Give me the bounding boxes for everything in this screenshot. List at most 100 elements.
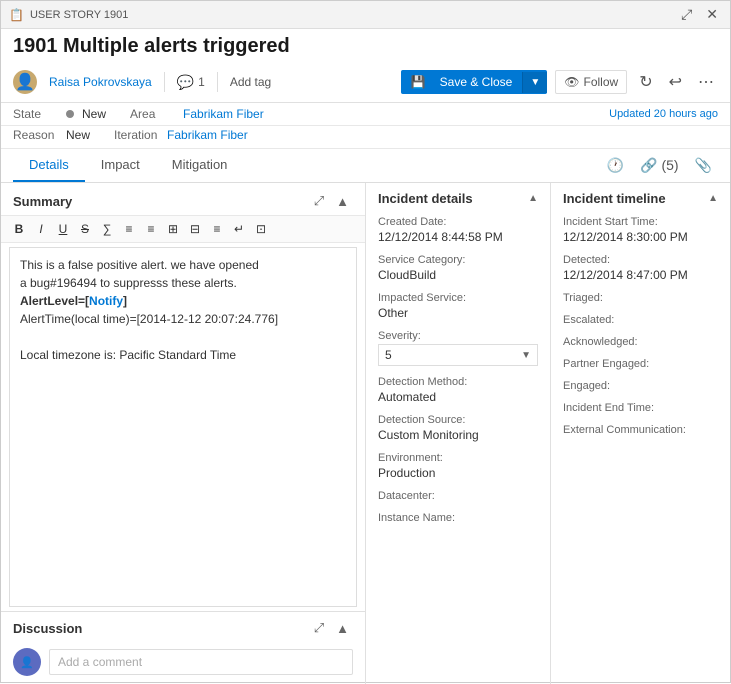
- editor-content[interactable]: This is a false positive alert. we have …: [9, 247, 357, 607]
- severity-value: 5: [385, 348, 392, 362]
- avatar: 👤: [13, 70, 37, 94]
- underline-button[interactable]: U: [53, 220, 73, 238]
- acknowledged-row: Acknowledged:: [563, 336, 718, 348]
- detection-source-field: Detection Source: Custom Monitoring: [378, 414, 538, 442]
- content-area: Summary ⤢ ▲ B I U S ∑ ≡ ≡ ⊞ ⊟ ≡ ↵ ⊡ This…: [1, 183, 730, 684]
- iteration-label: Iteration: [114, 128, 159, 142]
- discussion-expand-button[interactable]: ⤢: [310, 618, 328, 638]
- area-value[interactable]: Fabrikam Fiber: [183, 107, 264, 121]
- toolbar: 👤 Raisa Pokrovskaya 💬 1 Add tag 💾 Save &…: [1, 62, 730, 103]
- outdent-button[interactable]: ⊟: [185, 220, 205, 238]
- format-button-1[interactable]: ∑: [97, 220, 117, 238]
- tab-mitigation[interactable]: Mitigation: [156, 149, 244, 182]
- follow-button[interactable]: 👁 Follow: [555, 70, 627, 94]
- user-name[interactable]: Raisa Pokrovskaya: [49, 75, 152, 89]
- iteration-value[interactable]: Fabrikam Fiber: [167, 128, 248, 142]
- add-tag-button[interactable]: Add tag: [230, 75, 271, 89]
- undo-button[interactable]: ↩: [665, 68, 686, 96]
- more-button[interactable]: ⋯: [694, 68, 718, 96]
- title-bar-text: USER STORY 1901: [30, 9, 128, 21]
- start-time-row: Incident Start Time: 12/12/2014 8:30:00 …: [563, 216, 718, 244]
- service-category-value: CloudBuild: [378, 268, 538, 282]
- save-close-button[interactable]: 💾 Save & Close ▼: [401, 70, 548, 94]
- engaged-label: Engaged:: [563, 380, 718, 392]
- format-button-2[interactable]: ≡: [119, 220, 139, 238]
- discussion-section: Discussion ⤢ ▲ 👤 Add a comment: [1, 611, 365, 684]
- comment-count: 1: [198, 75, 205, 89]
- page-title: 1901 Multiple alerts triggered: [1, 29, 730, 62]
- summary-section-header: Summary ⤢ ▲: [1, 183, 365, 215]
- notify-text: Notify: [89, 294, 123, 308]
- created-date-value: 12/12/2014 8:44:58 PM: [378, 230, 538, 244]
- severity-select[interactable]: 5 ▼: [378, 344, 538, 366]
- right-panel: Incident details ▲ Created Date: 12/12/2…: [366, 183, 730, 684]
- reason-value[interactable]: New: [66, 128, 90, 142]
- close-button[interactable]: ✕: [702, 4, 722, 25]
- area-field: Area Fabrikam Fiber: [130, 107, 264, 121]
- refresh-button[interactable]: ↻: [635, 68, 656, 96]
- indent-button[interactable]: ⊞: [163, 220, 183, 238]
- instance-name-field: Instance Name:: [378, 512, 538, 524]
- summary-collapse-button[interactable]: ▲: [332, 191, 353, 211]
- impacted-service-label: Impacted Service:: [378, 292, 538, 304]
- service-category-field: Service Category: CloudBuild: [378, 254, 538, 282]
- impacted-service-field: Impacted Service: Other: [378, 292, 538, 320]
- detection-source-value: Custom Monitoring: [378, 428, 538, 442]
- iteration-field: Iteration Fabrikam Fiber: [114, 128, 248, 142]
- follow-icon: 👁: [564, 75, 579, 89]
- detection-method-value: Automated: [378, 390, 538, 404]
- editor-line-1: This is a false positive alert. we have …: [20, 256, 346, 274]
- end-time-label: Incident End Time:: [563, 402, 718, 414]
- disc-avatar: 👤: [13, 648, 41, 676]
- strikethrough-button[interactable]: S: [75, 220, 95, 238]
- severity-field: Severity: 5 ▼: [378, 330, 538, 366]
- escalated-label: Escalated:: [563, 314, 718, 326]
- incident-details-panel: Incident details ▲ Created Date: 12/12/2…: [366, 183, 551, 684]
- bold-button[interactable]: B: [9, 220, 29, 238]
- detection-source-label: Detection Source:: [378, 414, 538, 426]
- divider2: [217, 72, 218, 92]
- maximize-button[interactable]: ⤢: [677, 4, 696, 25]
- severity-dropdown-arrow: ▼: [521, 350, 531, 361]
- comment-button[interactable]: 💬 1: [177, 74, 205, 91]
- italic-button[interactable]: I: [31, 220, 51, 238]
- link-button[interactable]: ↵: [229, 220, 249, 238]
- triaged-label: Triaged:: [563, 292, 718, 304]
- partner-engaged-label: Partner Engaged:: [563, 358, 718, 370]
- instance-name-label: Instance Name:: [378, 512, 538, 524]
- discussion-input-row: 👤 Add a comment: [1, 644, 365, 684]
- impacted-service-value: Other: [378, 306, 538, 320]
- discussion-title: Discussion: [13, 621, 82, 636]
- start-time-value: 12/12/2014 8:30:00 PM: [563, 230, 718, 244]
- comment-icon: 💬: [177, 74, 194, 91]
- created-date-field: Created Date: 12/12/2014 8:44:58 PM: [378, 216, 538, 244]
- severity-label: Severity:: [378, 330, 538, 342]
- meta-bar: State New Area Fabrikam Fiber Updated 20…: [1, 103, 730, 126]
- align-button[interactable]: ≡: [207, 220, 227, 238]
- external-comm-row: External Communication:: [563, 424, 718, 436]
- summary-title: Summary: [13, 194, 72, 209]
- history-tab-button[interactable]: 🕐: [601, 153, 630, 178]
- tab-details[interactable]: Details: [13, 149, 85, 182]
- image-button[interactable]: ⊡: [251, 220, 271, 238]
- editor-line-5: Local timezone is: Pacific Standard Time: [20, 346, 346, 364]
- tab-impact[interactable]: Impact: [85, 149, 156, 182]
- save-close-dropdown-arrow[interactable]: ▼: [522, 72, 547, 93]
- discussion-collapse-button[interactable]: ▲: [332, 618, 353, 638]
- comment-input[interactable]: Add a comment: [49, 649, 353, 675]
- discussion-header-icons: ⤢ ▲: [310, 618, 353, 638]
- summary-expand-button[interactable]: ⤢: [310, 191, 328, 211]
- comment-placeholder: Add a comment: [58, 655, 142, 669]
- escalated-row: Escalated:: [563, 314, 718, 326]
- state-value[interactable]: New: [66, 107, 106, 121]
- editor-line-3: AlertLevel=[Notify]: [20, 292, 346, 310]
- attachment-tab-button[interactable]: 📎: [689, 153, 718, 178]
- incident-timeline-chevron[interactable]: ▲: [708, 193, 718, 204]
- meta-bar-2: Reason New Iteration Fabrikam Fiber: [1, 126, 730, 149]
- links-tab-button[interactable]: 🔗 (5): [634, 153, 684, 178]
- incident-details-chevron[interactable]: ▲: [528, 193, 538, 204]
- left-panel: Summary ⤢ ▲ B I U S ∑ ≡ ≡ ⊞ ⊟ ≡ ↵ ⊡ This…: [1, 183, 366, 684]
- end-time-row: Incident End Time:: [563, 402, 718, 414]
- save-close-label: Save & Close: [430, 70, 523, 94]
- format-button-3[interactable]: ≡: [141, 220, 161, 238]
